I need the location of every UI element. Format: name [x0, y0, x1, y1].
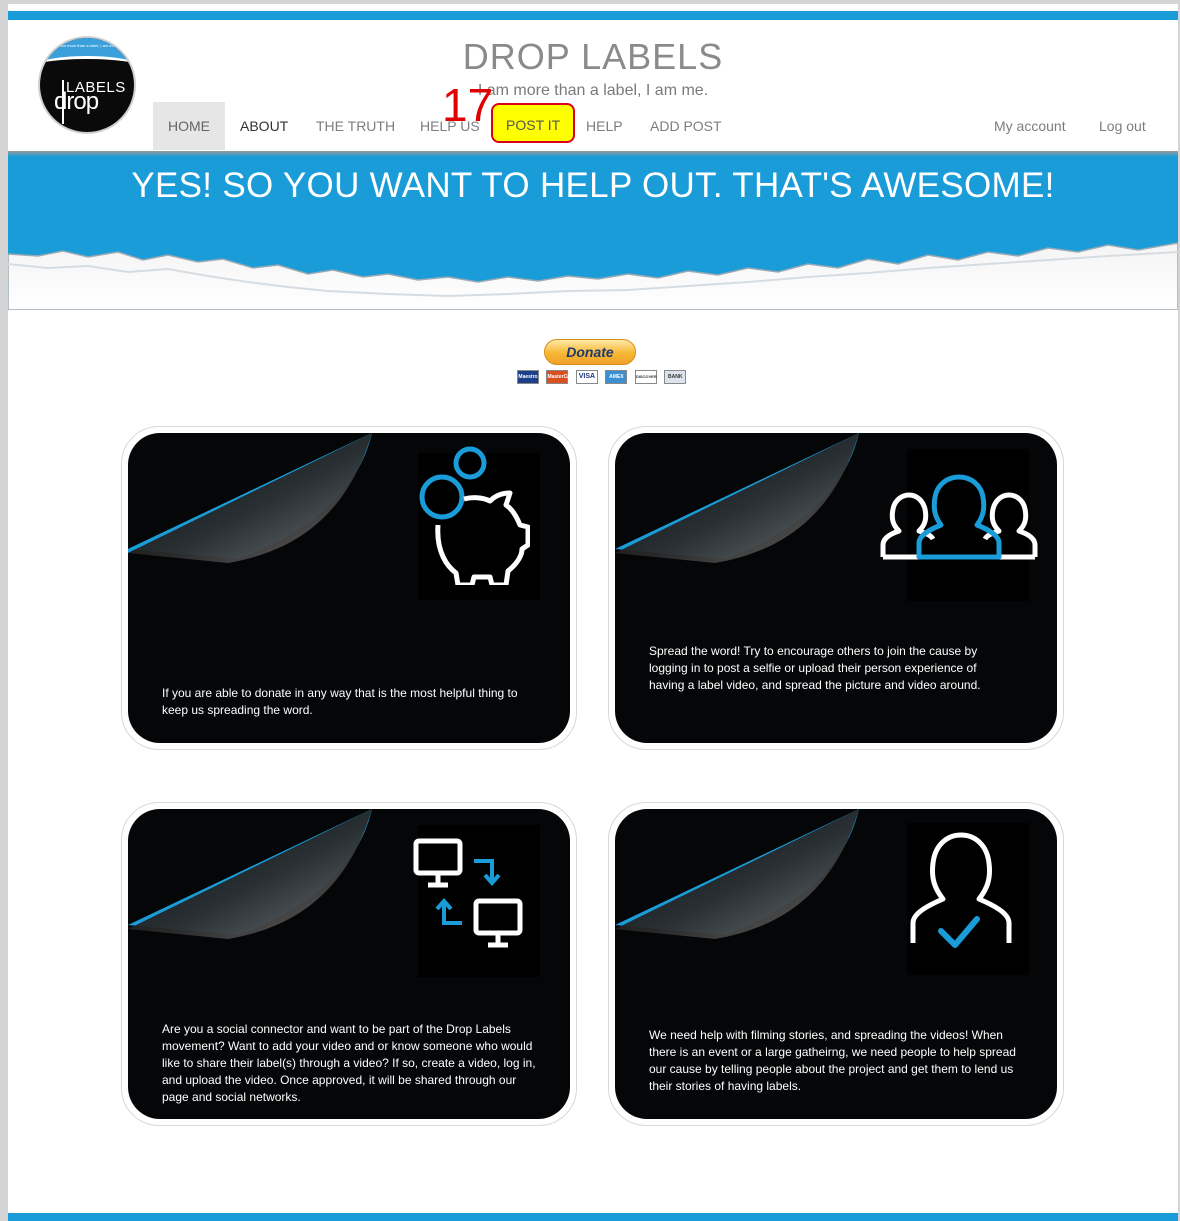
bank-icon: BANK	[664, 370, 687, 384]
feature-card-filming-help: We need help with filming stories, and s…	[608, 802, 1064, 1126]
nav-my-account[interactable]: My account	[994, 102, 1066, 150]
card-panel: If you are able to donate in any way tha…	[128, 433, 570, 743]
nav-log-out[interactable]: Log out	[1099, 102, 1146, 150]
nav-about[interactable]: ABOUT	[240, 102, 288, 150]
nav-post-it[interactable]: POST IT	[491, 103, 576, 143]
nav-add-post[interactable]: ADD POST	[650, 102, 722, 150]
computer-transfer-icon	[413, 838, 523, 948]
people-group-icon	[880, 474, 1038, 560]
site-tagline: I am more than a label, I am me.	[477, 82, 709, 99]
visa-card-icon: VISA	[575, 370, 598, 384]
feature-card-donate: If you are able to donate in any way tha…	[121, 426, 577, 750]
feature-text-filming-help: We need help with filming stories, and s…	[649, 1028, 1016, 1093]
feature-text-social-connector: Are you a social connector and want to b…	[162, 1022, 536, 1104]
site-title[interactable]: DROP LABELS	[8, 36, 1178, 78]
hero-title: YES! SO YOU WANT TO HELP OUT. THAT'S AWE…	[131, 166, 1055, 205]
annotation-marker: 17	[442, 79, 494, 131]
mastercard-icon: MasterCard	[546, 370, 575, 384]
feature-text-donate: If you are able to donate in any way tha…	[162, 686, 518, 717]
card-panel: We need help with filming stories, and s…	[615, 809, 1057, 1119]
feature-text-spread-word: Spread the word! Try to encourage others…	[649, 644, 981, 692]
piggy-bank-icon	[419, 446, 530, 585]
card-panel: Spread the word! Try to encourage others…	[615, 433, 1057, 743]
feature-card-spread-word: Spread the word! Try to encourage others…	[608, 426, 1064, 750]
payment-methods: Maestro MasterCard VISA AMEX DISCOVER BA…	[517, 370, 689, 386]
nav-the-truth[interactable]: THE TRUTH	[316, 102, 395, 150]
person-check-icon	[910, 832, 1012, 948]
feature-card-social-connector: Are you a social connector and want to b…	[121, 802, 577, 1126]
donate-button[interactable]: Donate	[544, 339, 636, 365]
amex-card-icon: AMEX	[605, 370, 628, 384]
page: I am more than a label, I am me. LABELS …	[8, 4, 1178, 1221]
bottom-accent-bar	[8, 1213, 1178, 1221]
maestro-card-icon: Maestro	[517, 370, 539, 384]
card-panel: Are you a social connector and want to b…	[128, 809, 570, 1119]
discover-card-icon: DISCOVER	[634, 370, 657, 384]
nav-help[interactable]: HELP	[586, 102, 623, 150]
top-accent-bar	[8, 11, 1178, 20]
nav-home[interactable]: HOME	[153, 102, 225, 150]
